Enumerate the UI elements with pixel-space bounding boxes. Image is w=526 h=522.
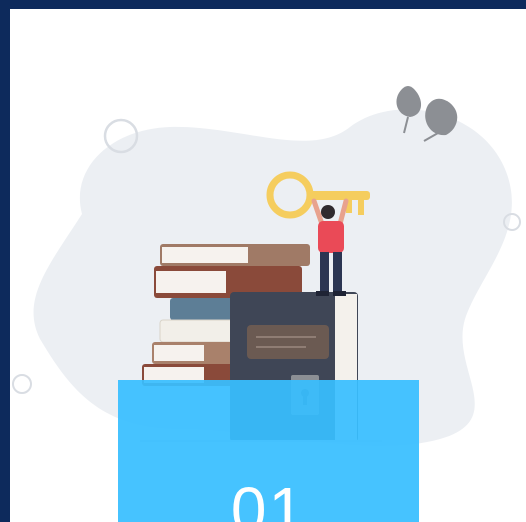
step-number: 01 [230, 474, 307, 522]
step-card: 01 [10, 9, 526, 522]
step-badge: 01 [118, 380, 419, 522]
decor-circle-left [12, 374, 32, 394]
